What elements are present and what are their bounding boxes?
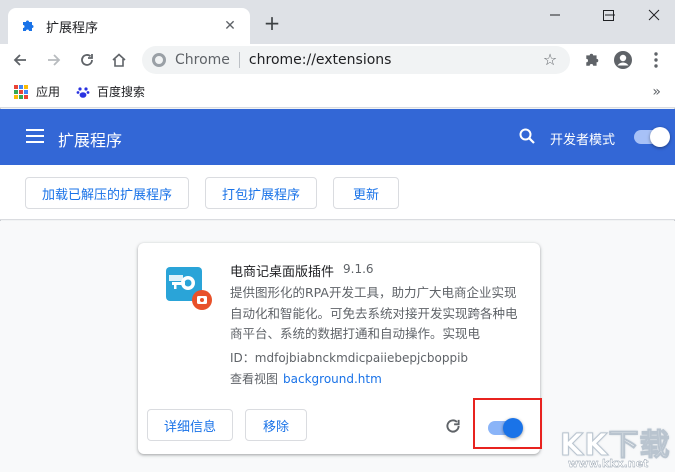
tab-extensions[interactable]: 扩展程序 ✕	[8, 8, 250, 44]
tab-title: 扩展程序	[46, 20, 99, 36]
reload-icon[interactable]	[75, 48, 99, 72]
extension-id: mdfojbiabnckmdicpaiiebepjcboppib	[254, 351, 469, 365]
page-title: 扩展程序	[58, 131, 123, 150]
chrome-icon	[152, 53, 166, 67]
close-window-button[interactable]	[634, 4, 674, 26]
back-icon[interactable]	[8, 48, 32, 72]
dev-toolbar: 加载已解压的扩展程序 打包扩展程序 更新	[0, 165, 675, 220]
minimize-button[interactable]	[535, 4, 575, 26]
bookmark-star-icon[interactable]: ☆	[540, 50, 560, 70]
hamburger-menu-icon[interactable]	[26, 129, 44, 143]
reload-extension-icon[interactable]	[444, 417, 464, 437]
baidu-paw-icon	[76, 85, 90, 99]
extensions-header: 扩展程序 开发者模式	[0, 109, 675, 165]
bookmark-label: 百度搜索	[97, 85, 146, 99]
browser-toolbar: Chrome chrome://extensions ☆	[0, 44, 675, 76]
extension-id-label: ID：	[230, 351, 255, 365]
apps-grid-icon	[14, 84, 28, 99]
dev-mode-label: 开发者模式	[550, 133, 616, 148]
details-button[interactable]: 详细信息	[147, 409, 233, 441]
extension-description: 提供图形化的RPA开发工具，助力广大电商企业实现自动化和智能化。可免去系统对接开…	[230, 285, 518, 341]
extension-name: 电商记桌面版插件	[230, 265, 335, 280]
profile-avatar-icon[interactable]	[611, 48, 635, 72]
new-tab-button[interactable]: +	[262, 13, 282, 34]
extension-version: 9.1.6	[343, 262, 374, 276]
puzzle-icon	[20, 18, 36, 34]
load-unpacked-button[interactable]: 加载已解压的扩展程序	[25, 177, 189, 209]
inspect-views-row: 查看视图 background.htm	[230, 370, 382, 387]
watermark-logo: KK下载 www.kkx.net	[560, 420, 675, 472]
menu-dots-icon[interactable]	[644, 48, 668, 72]
dev-mode-toggle[interactable]	[634, 127, 670, 147]
toggle-knob	[650, 127, 670, 147]
forward-icon[interactable]	[42, 48, 66, 72]
extension-id-row: ID：mdfojbiabnckmdicpaiiebepjcboppib	[230, 349, 468, 366]
bookmark-label: 应用	[36, 85, 61, 99]
bookmark-baidu[interactable]: 百度搜索	[76, 83, 145, 100]
omnibox[interactable]: Chrome chrome://extensions ☆	[142, 46, 570, 74]
toggle-knob	[503, 418, 523, 438]
pack-extension-button[interactable]: 打包扩展程序	[205, 177, 317, 209]
extension-enable-toggle[interactable]	[488, 418, 523, 438]
omnibox-separator	[238, 52, 240, 68]
bookmarks-bar: 应用 百度搜索 »	[0, 76, 675, 108]
remove-button[interactable]: 移除	[245, 409, 307, 441]
home-icon[interactable]	[107, 48, 131, 72]
extensions-puzzle-icon[interactable]	[580, 48, 604, 72]
maximize-button[interactable]	[588, 4, 628, 26]
update-button[interactable]: 更新	[333, 177, 399, 209]
bookmarks-overflow-icon[interactable]: »	[652, 84, 661, 100]
bookmark-apps[interactable]: 应用	[14, 83, 60, 100]
omnibox-url[interactable]: chrome://extensions	[249, 52, 392, 68]
omnibox-site: Chrome	[175, 52, 230, 68]
tab-close-icon[interactable]: ✕	[222, 18, 238, 34]
watermark-url: www.kkx.net	[568, 457, 649, 470]
background-page-link[interactable]: background.htm	[283, 372, 382, 386]
extension-logo-icon	[164, 265, 214, 311]
inspect-views-label: 查看视图	[230, 372, 279, 386]
search-icon[interactable]	[518, 127, 538, 147]
